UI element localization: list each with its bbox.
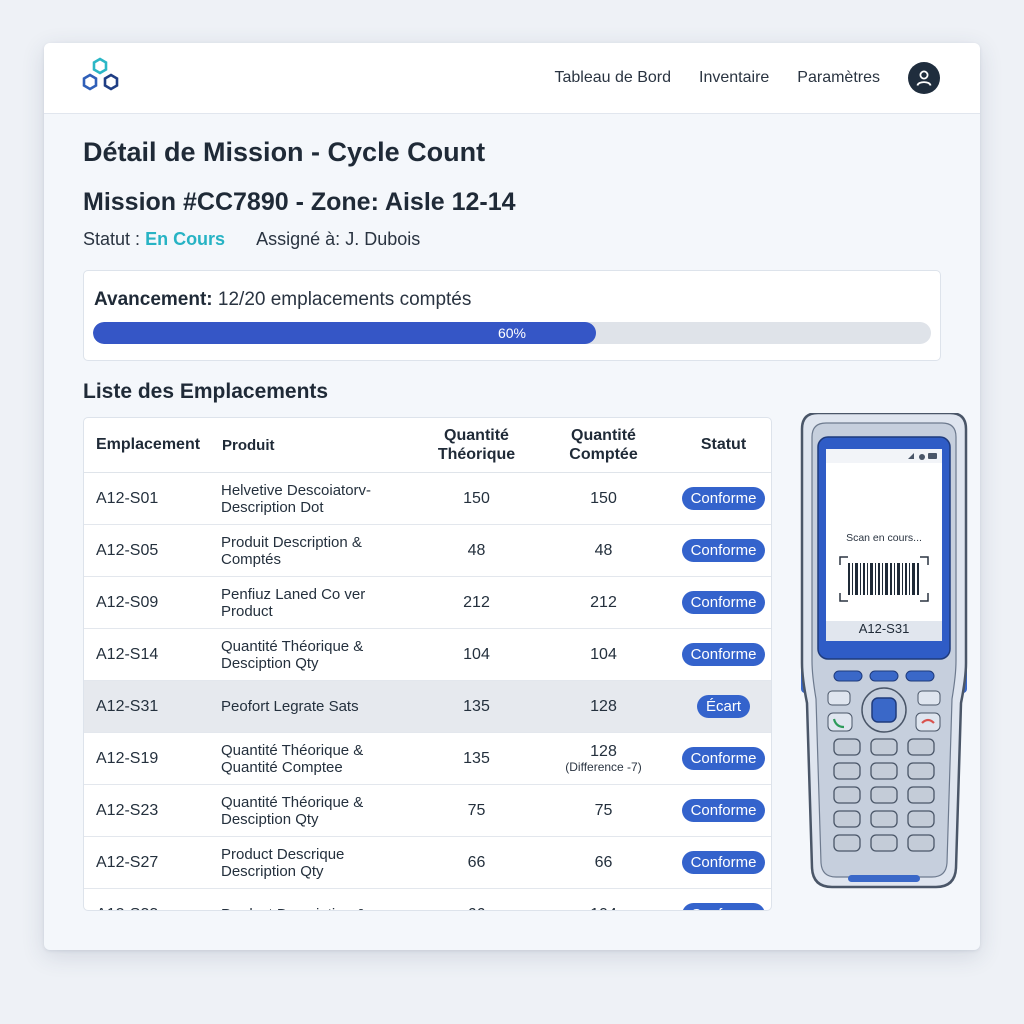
cell-counted-qty: 104 — [540, 628, 667, 681]
cell-location: A12-S31 — [84, 680, 221, 733]
table-row[interactable]: A12-S33 Product Description & 66 104 Con… — [84, 888, 771, 910]
hexagon-logo-icon[interactable] — [80, 57, 126, 99]
cell-location: A12-S27 — [84, 836, 221, 889]
cell-counted-qty: 128 — [540, 680, 667, 733]
cell-theoretical-qty: 104 — [413, 628, 540, 681]
status-badge[interactable]: Conforme — [681, 851, 766, 874]
cell-counted-qty: 75 — [540, 784, 667, 837]
cell-product: Helvetive Descoiatorv- Description Dot — [221, 472, 413, 525]
battery-icon — [928, 453, 937, 459]
progress-percent: 60% — [497, 325, 527, 341]
cell-counted-qty: 66 — [540, 836, 667, 889]
cell-theoretical-qty: 135 — [413, 680, 540, 733]
mission-title: Mission #CC7890 - Zone: Aisle 12-14 — [83, 188, 516, 216]
cell-theoretical-qty: 48 — [413, 524, 540, 577]
cell-product: Quantité Théorique & Desciption Qty — [221, 628, 413, 681]
cell-product: Product Description & — [221, 888, 413, 910]
table-row[interactable]: A12-S27 Product Descrique Description Qt… — [84, 836, 771, 889]
scanner-screen — [826, 449, 942, 641]
cell-product: Peofort Legrate Sats — [221, 680, 413, 733]
cell-counted-qty: 150 — [540, 472, 667, 525]
cell-theoretical-qty: 135 — [413, 732, 540, 785]
status-badge[interactable]: Conforme — [681, 747, 766, 770]
counted-value: 128 — [590, 743, 617, 760]
progress-bar: 60% — [93, 322, 931, 344]
progress-count: 12/20 emplacements comptés — [217, 289, 472, 310]
table-row[interactable]: A12-S19 Quantité Théorique & Quantité Co… — [84, 732, 771, 785]
table-row[interactable]: A12-S23 Quantité Théorique & Desciption … — [84, 784, 771, 837]
table-row[interactable]: A12-S05 Produit Description & Comptés 48… — [84, 524, 771, 577]
scan-status-text: Scan en cours... — [846, 532, 922, 544]
assigned-label: Assigné à: — [256, 229, 341, 249]
app-window: Tableau de Bord Inventaire Paramètres Dé… — [44, 43, 980, 950]
status-value: En Cours — [145, 229, 226, 249]
page-title: Détail de Mission - Cycle Count — [83, 137, 486, 167]
status-badge[interactable]: Conforme — [681, 539, 766, 562]
scanned-code-text: A12-S31 — [859, 621, 910, 636]
cell-product: Quantité Théorique & Desciption Qty — [221, 784, 413, 837]
nav-dashboard[interactable]: Tableau de Bord — [555, 69, 672, 87]
cell-counted-qty: 48 — [540, 524, 667, 577]
cell-theoretical-qty: 150 — [413, 472, 540, 525]
progress-card: Avancement: 12/20 emplacements comptés 6… — [83, 270, 941, 361]
wifi-icon — [919, 454, 925, 460]
main-nav: Tableau de Bord Inventaire Paramètres — [555, 43, 981, 113]
nav-inventory[interactable]: Inventaire — [699, 69, 769, 87]
cell-location: A12-S05 — [84, 524, 221, 577]
cell-location: A12-S19 — [84, 732, 221, 785]
column-header-location[interactable]: Emplacement — [84, 418, 221, 473]
status-badge-discrepancy[interactable]: Écart — [696, 695, 750, 718]
cell-product: Produit Description & Comptés — [221, 524, 413, 577]
soft-key-middle — [869, 670, 899, 682]
status-badge[interactable]: Conforme — [681, 487, 766, 510]
scan-trigger-button — [871, 697, 897, 723]
cell-product: Product Descrique Description Qty — [221, 836, 413, 889]
locations-table: Emplacement Produit Quantité Théorique Q… — [83, 417, 772, 911]
status-badge[interactable]: Conforme — [681, 903, 766, 910]
soft-key-left — [833, 670, 863, 682]
cell-location: A12-S14 — [84, 628, 221, 681]
assigned-value: J. Dubois — [345, 229, 421, 249]
mission-status-line: Statut : En Cours Assigné à: J. Dubois — [83, 229, 420, 250]
cell-location: A12-S01 — [84, 472, 221, 525]
cell-theoretical-qty: 66 — [413, 836, 540, 889]
status-label: Statut : — [83, 229, 141, 249]
cell-theoretical-qty: 75 — [413, 784, 540, 837]
column-header-product[interactable]: Produit — [221, 418, 413, 473]
locations-list-title: Liste des Emplacements — [83, 380, 329, 403]
status-badge[interactable]: Conforme — [681, 799, 766, 822]
soft-key-right — [905, 670, 935, 682]
nav-settings[interactable]: Paramètres — [797, 69, 880, 87]
table-row[interactable]: A12-S09 Penfiuz Laned Co ver Product 212… — [84, 576, 771, 629]
table-row[interactable]: A12-S14 Quantité Théorique & Desciption … — [84, 628, 771, 681]
top-navigation-bar: Tableau de Bord Inventaire Paramètres — [44, 43, 980, 114]
progress-label: Avancement: — [94, 289, 213, 310]
cell-counted-qty: 212 — [540, 576, 667, 629]
cell-theoretical-qty: 212 — [413, 576, 540, 629]
column-header-counted-qty[interactable]: Quantité Comptée — [540, 418, 667, 473]
status-badge[interactable]: Conforme — [681, 591, 766, 614]
status-badge[interactable]: Conforme — [681, 643, 766, 666]
user-icon — [916, 70, 932, 86]
column-header-status[interactable]: Statut — [667, 418, 771, 473]
table-row-selected[interactable]: A12-S31 Peofort Legrate Sats 135 128 Éca… — [84, 680, 771, 733]
progress-summary: Avancement: 12/20 emplacements comptés — [94, 289, 471, 311]
table-header-row: Emplacement Produit Quantité Théorique Q… — [84, 418, 771, 473]
user-avatar-icon[interactable] — [908, 62, 940, 94]
cell-counted-qty: 104 — [540, 888, 667, 910]
charging-contact — [848, 875, 920, 882]
cell-location: A12-S33 — [84, 888, 221, 910]
cell-location: A12-S09 — [84, 576, 221, 629]
cell-location: A12-S23 — [84, 784, 221, 837]
handheld-scanner-illustration: Scan en cours... A12-S31 — [800, 413, 968, 889]
table-row[interactable]: A12-S01 Helvetive Descoiatorv- Descripti… — [84, 472, 771, 525]
cell-theoretical-qty: 66 — [413, 888, 540, 910]
cell-product: Penfiuz Laned Co ver Product — [221, 576, 413, 629]
cell-product: Quantité Théorique & Quantité Comptee — [221, 732, 413, 785]
column-header-theoretical-qty[interactable]: Quantité Théorique — [413, 418, 540, 473]
difference-note: (Difference -7) — [565, 760, 642, 774]
cell-counted-qty: 128 (Difference -7) — [540, 732, 667, 785]
